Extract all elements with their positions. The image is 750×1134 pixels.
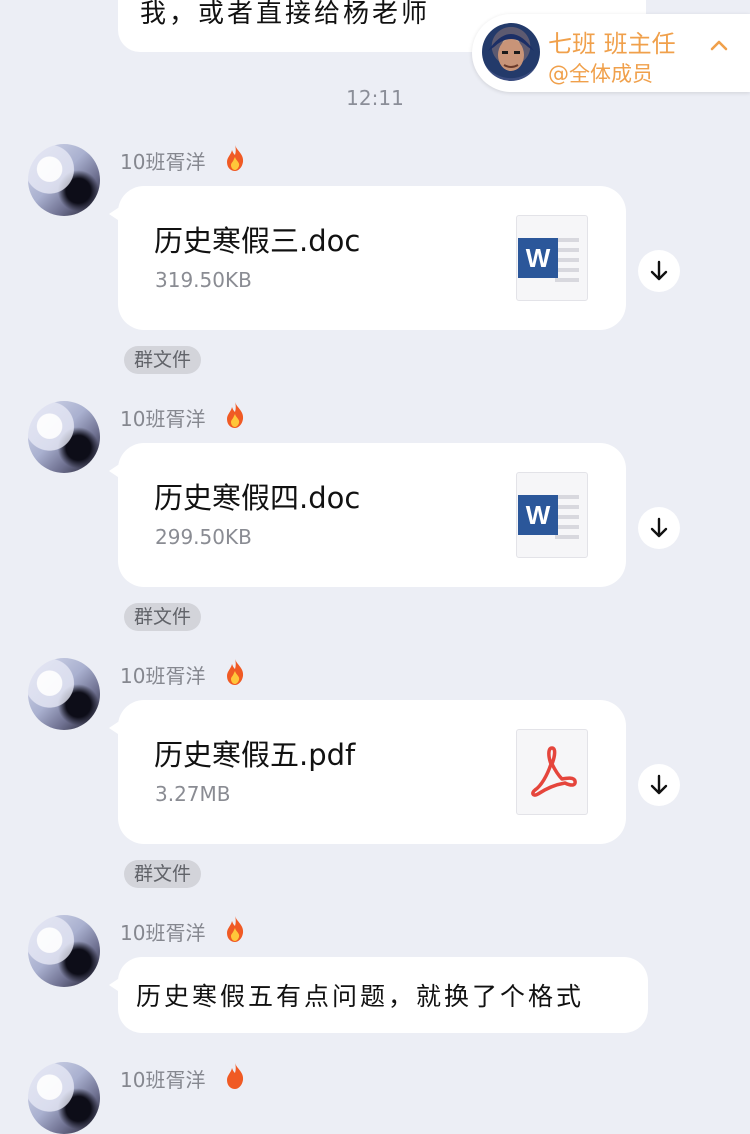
file-name: 历史寒假五.pdf	[154, 738, 356, 772]
sender-name: 10班胥洋	[120, 150, 206, 174]
fire-icon	[227, 1063, 244, 1089]
download-arrow-icon	[650, 774, 668, 795]
message-text: 我，或者直接给杨老师	[140, 0, 431, 29]
fire-icon	[227, 659, 244, 685]
file-message-bubble[interactable]: 历史寒假四.doc 299.50KB W	[109, 443, 626, 587]
group-file-tag[interactable]: 群文件	[124, 346, 202, 374]
fire-icon	[227, 402, 244, 428]
file-size: 3.27MB	[155, 782, 231, 806]
sender-name: 10班胥洋	[120, 1068, 206, 1092]
message-text: 历史寒假五有点问题，就换了个格式	[136, 982, 585, 1011]
group-file-tag[interactable]: 群文件	[124, 860, 202, 888]
file-message-bubble[interactable]: 历史寒假五.pdf 3.27MB	[109, 700, 626, 844]
group-file-tag[interactable]: 群文件	[124, 603, 202, 631]
avatar[interactable]	[28, 1062, 100, 1134]
sender-name: 10班胥洋	[120, 921, 206, 945]
sender-name: 10班胥洋	[120, 664, 206, 688]
fire-icon	[227, 145, 244, 171]
mention-sender-name: 七班 班主任	[548, 30, 676, 58]
mention-banner[interactable]: 七班 班主任 @全体成员	[472, 14, 750, 92]
time-divider: 12:11	[346, 86, 404, 110]
fire-icon	[227, 916, 244, 942]
file-name: 历史寒假三.doc	[154, 224, 361, 258]
word-icon: W	[516, 215, 588, 301]
word-icon: W	[516, 472, 588, 558]
download-arrow-icon	[650, 260, 668, 281]
file-size: 299.50KB	[155, 525, 252, 549]
avatar[interactable]	[28, 915, 100, 987]
avatar	[482, 23, 540, 81]
file-name: 历史寒假四.doc	[154, 481, 361, 515]
mention-subtitle: @全体成员	[548, 62, 653, 86]
pdf-icon	[516, 729, 588, 815]
download-button[interactable]	[638, 250, 680, 292]
avatar[interactable]	[28, 658, 100, 730]
avatar[interactable]	[28, 401, 100, 473]
download-arrow-icon	[650, 517, 668, 538]
download-button[interactable]	[638, 764, 680, 806]
svg-text:W: W	[526, 243, 551, 273]
text-message-bubble[interactable]: 历史寒假五有点问题，就换了个格式	[109, 957, 648, 1033]
avatar[interactable]	[28, 144, 100, 216]
file-message-bubble[interactable]: 历史寒假三.doc 319.50KB W	[109, 186, 626, 330]
sender-name: 10班胥洋	[120, 407, 206, 431]
chevron-up-icon[interactable]	[708, 34, 730, 56]
download-button[interactable]	[638, 507, 680, 549]
file-size: 319.50KB	[155, 268, 252, 292]
svg-text:W: W	[526, 500, 551, 530]
